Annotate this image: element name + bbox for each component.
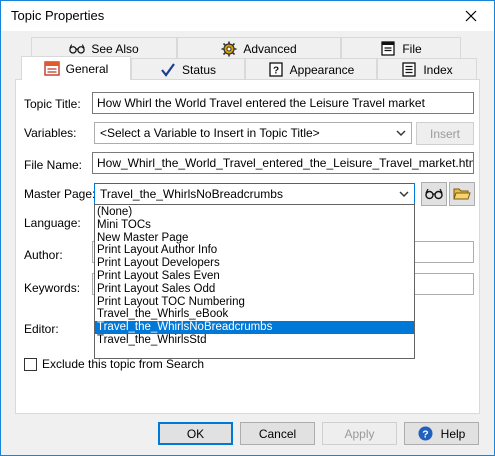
master-page-dropdown-list: (None) Mini TOCs New Master Page Print Layo… — [94, 204, 415, 359]
cancel-button[interactable]: Cancel — [240, 422, 315, 445]
topic-title-label: Topic Title: — [24, 97, 81, 111]
general-icon — [43, 61, 60, 77]
master-page-option[interactable]: New Master Page — [95, 232, 414, 245]
master-page-select[interactable]: Travel_the_WhirlsNoBreadcrumbs — [94, 183, 415, 205]
preview-master-page-button[interactable] — [421, 182, 447, 206]
tab-index-label: Index — [423, 62, 453, 77]
svg-text:?: ? — [273, 66, 279, 77]
tab-file[interactable]: File — [341, 37, 461, 59]
language-label: Language: — [24, 216, 81, 230]
master-page-option[interactable]: Print Layout Sales Odd — [95, 283, 414, 296]
tab-see-also-label: See Also — [91, 41, 139, 56]
topic-title-input[interactable]: How Whirl the World Travel entered the L… — [92, 92, 474, 114]
master-page-option[interactable]: Travel_the_WhirlsStd — [95, 334, 414, 347]
close-button[interactable] — [448, 1, 494, 31]
tab-general-label: General — [65, 61, 109, 76]
exclude-from-search-label: Exclude this topic from Search — [42, 357, 205, 371]
master-page-option[interactable]: Print Layout Developers — [95, 257, 414, 270]
help-box-icon: ? — [268, 62, 284, 78]
tab-file-label: File — [402, 41, 422, 56]
master-page-label: Master Page: — [24, 187, 96, 201]
master-page-option[interactable]: Mini TOCs — [95, 219, 414, 232]
tab-advanced[interactable]: Advanced — [177, 37, 341, 59]
open-folder-button[interactable] — [449, 182, 475, 206]
folder-open-icon — [453, 188, 471, 200]
tab-general[interactable]: General — [21, 56, 131, 80]
master-page-option[interactable]: Print Layout Sales Even — [95, 270, 414, 283]
tab-status[interactable]: Status — [131, 58, 245, 80]
master-page-option[interactable]: Travel_the_WhirlsNoBreadcrumbs — [95, 321, 414, 334]
index-icon — [401, 62, 417, 78]
help-icon: ? — [418, 426, 433, 441]
tab-advanced-label: Advanced — [243, 41, 297, 56]
topic-properties-dialog: Topic Properties See Also Advanced File … — [0, 0, 495, 456]
master-page-option[interactable]: Travel_the_Whirls_eBook — [95, 308, 414, 321]
master-page-select-value: Travel_the_WhirlsNoBreadcrumbs — [100, 187, 283, 201]
glasses-icon — [69, 41, 86, 57]
close-icon — [465, 10, 477, 22]
exclude-from-search-checkbox[interactable] — [24, 358, 37, 371]
help-button-label: Help — [440, 426, 466, 441]
master-page-option[interactable]: (None) — [95, 206, 414, 219]
apply-button[interactable]: Apply — [322, 422, 397, 445]
tab-appearance[interactable]: ? Appearance — [245, 58, 377, 80]
master-page-option[interactable]: Print Layout TOC Numbering — [95, 296, 414, 309]
gear-icon — [221, 41, 237, 57]
checkmark-icon — [160, 62, 176, 78]
master-page-option[interactable]: Print Layout Author Info — [95, 244, 414, 257]
window-title: Topic Properties — [11, 8, 105, 23]
svg-text:?: ? — [422, 429, 428, 441]
ok-button[interactable]: OK — [158, 422, 233, 445]
help-button[interactable]: ? Help — [404, 422, 479, 445]
tab-status-label: Status — [181, 62, 217, 77]
variables-select[interactable]: <Select a Variable to Insert in Topic Ti… — [94, 122, 412, 144]
title-bar: Topic Properties — [1, 1, 494, 31]
file-name-input[interactable]: How_Whirl_the_World_Travel_entered_the_L… — [92, 152, 474, 174]
variables-label: Variables: — [24, 126, 77, 140]
chevron-down-icon — [399, 191, 409, 197]
tab-appearance-label: Appearance — [289, 62, 355, 77]
tab-index[interactable]: Index — [377, 58, 477, 80]
editor-label: Editor: — [24, 322, 59, 336]
glasses-icon — [425, 188, 443, 200]
file-icon — [380, 41, 396, 57]
insert-button[interactable]: Insert — [416, 122, 474, 145]
author-label: Author: — [24, 248, 63, 262]
keywords-label: Keywords: — [24, 281, 81, 295]
variables-select-value: <Select a Variable to Insert in Topic Ti… — [100, 126, 320, 140]
file-name-label: File Name: — [24, 158, 83, 172]
chevron-down-icon — [396, 130, 406, 136]
